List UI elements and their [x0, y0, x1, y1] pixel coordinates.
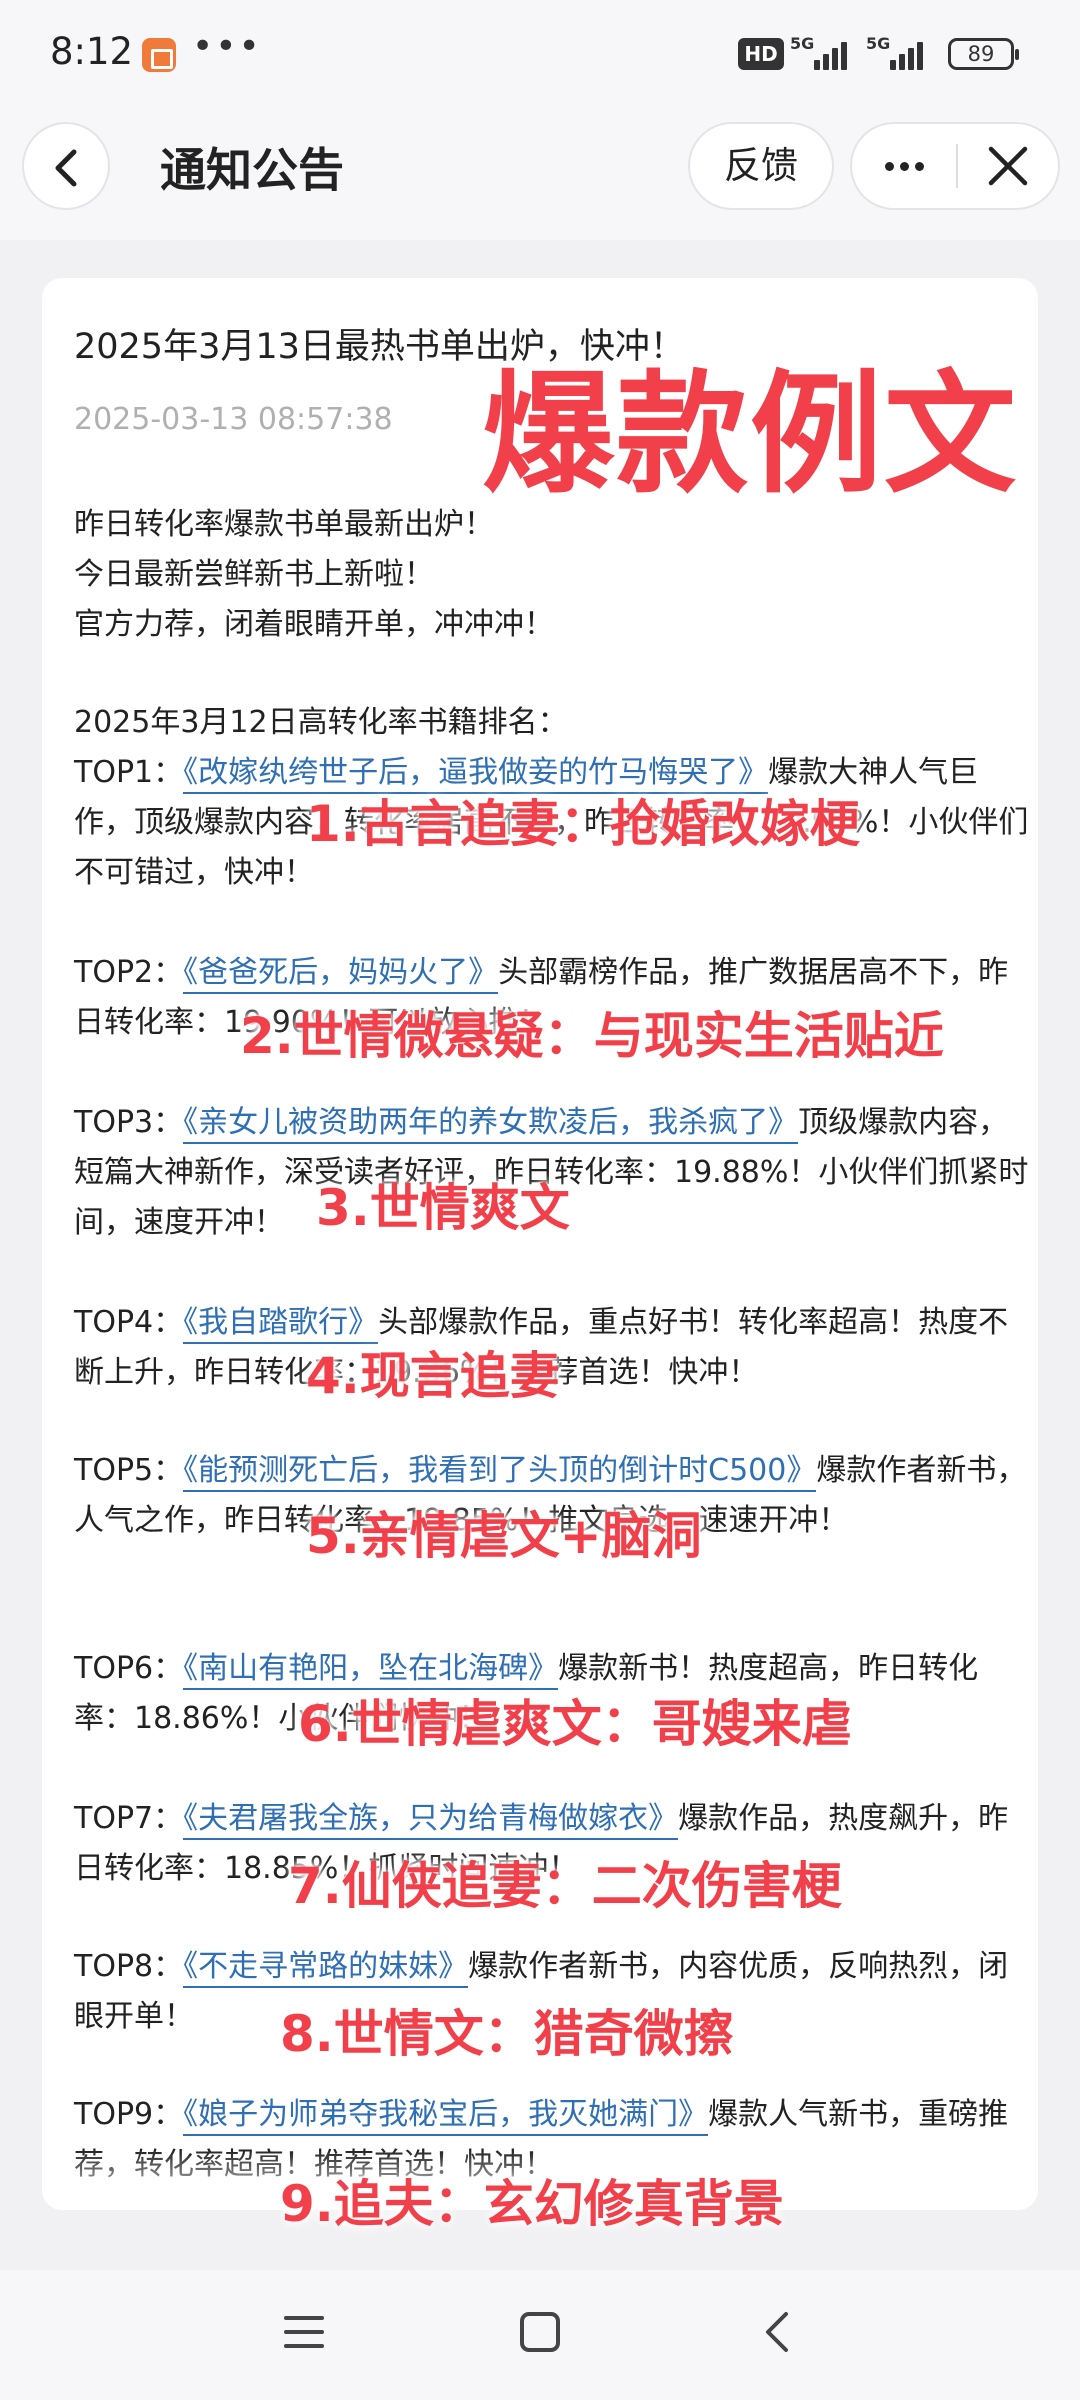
back-button[interactable]	[22, 122, 110, 210]
chevron-left-icon	[55, 149, 77, 187]
intro-text: 昨日转化率爆款书单最新出炉！ 今日最新尝鲜新书上新啦！ 官方力荐，闭着眼睛开单，…	[74, 500, 1034, 650]
entry-rank: TOP9：	[74, 2097, 184, 2132]
intro-line: 今日最新尝鲜新书上新啦！	[74, 557, 434, 592]
book-link[interactable]: 《亲女儿被资助两年的养女欺凌后，我杀疯了》	[183, 1105, 799, 1144]
status-time: 8:12	[50, 30, 134, 73]
category-overlay: 6.世情虐爽文：哥嫂来虐	[298, 1695, 852, 1753]
entry-rank: TOP5：	[74, 1453, 184, 1488]
book-link[interactable]: 《夫君屠我全族，只为给青梅做嫁衣》	[183, 1801, 679, 1840]
battery-icon: 89	[948, 38, 1019, 70]
category-overlay: 7.仙侠追妻：二次伤害梗	[288, 1857, 842, 1915]
category-overlay: 4.现言追妻	[306, 1347, 560, 1405]
signal-icon: 5G	[866, 34, 936, 74]
page-title: 通知公告	[160, 143, 344, 197]
book-link[interactable]: 《娘子为师弟夺我秘宝后，我灭她满门》	[183, 2097, 709, 2136]
category-overlay: 2.世情微悬疑：与现实生活贴近	[240, 1007, 944, 1065]
category-overlay: 8.世情文：猎奇微擦	[280, 2005, 734, 2063]
book-link[interactable]: 《能预测死亡后，我看到了头顶的倒计时C500》	[183, 1453, 817, 1492]
back-icon[interactable]	[756, 2310, 800, 2354]
category-overlay: 5.亲情虐文+脑洞	[306, 1507, 702, 1565]
entry-rank: TOP6：	[74, 1651, 184, 1686]
category-overlay: 1.古言追妻：抢婚改嫁梗	[306, 795, 860, 853]
status-more-icon: •••	[192, 26, 262, 67]
network-type-label: 5G	[866, 34, 891, 53]
more-button[interactable]	[852, 124, 956, 208]
nav-header: 通知公告 反馈	[0, 110, 1080, 240]
entry-rank: TOP4：	[74, 1305, 184, 1340]
entry-rank: TOP3：	[74, 1105, 184, 1140]
mini-program-capsule	[850, 122, 1060, 210]
entry-rank: TOP7：	[74, 1801, 184, 1836]
status-bar: 8:12 ••• HD 5G 5G 89	[0, 0, 1080, 110]
intro-line: 官方力荐，闭着眼睛开单，冲冲冲！	[74, 607, 554, 642]
article-date: 2025-03-13 08:57:38	[74, 402, 393, 437]
entry-rank: TOP1：	[74, 755, 184, 790]
signal-icon: 5G	[790, 34, 860, 74]
category-overlay: 9.追夫：玄幻修真背景	[280, 2175, 784, 2233]
feedback-button[interactable]: 反馈	[688, 122, 834, 210]
article-card: 2025年3月13日最热书单出炉，快冲！ 2025-03-13 08:57:38…	[42, 278, 1038, 2210]
system-nav-bar	[0, 2270, 1080, 2400]
close-button[interactable]	[958, 124, 1058, 208]
home-icon[interactable]	[518, 2310, 562, 2354]
app-notification-icon	[142, 38, 176, 72]
book-link[interactable]: 《不走寻常路的妹妹》	[183, 1949, 469, 1988]
entry-rank: TOP8：	[74, 1949, 184, 1984]
category-overlay: 3.世情爽文	[316, 1179, 570, 1237]
entry-rank: TOP2：	[74, 955, 184, 990]
hd-icon: HD	[738, 38, 784, 70]
menu-icon[interactable]	[282, 2310, 326, 2354]
ranking-heading: 2025年3月12日高转化率书籍排名：	[74, 705, 568, 740]
headline-overlay: 爆款例文	[482, 358, 1018, 512]
network-type-label: 5G	[790, 34, 815, 53]
book-link[interactable]: 《爸爸死后，妈妈火了》	[183, 955, 499, 994]
close-icon	[988, 146, 1028, 186]
